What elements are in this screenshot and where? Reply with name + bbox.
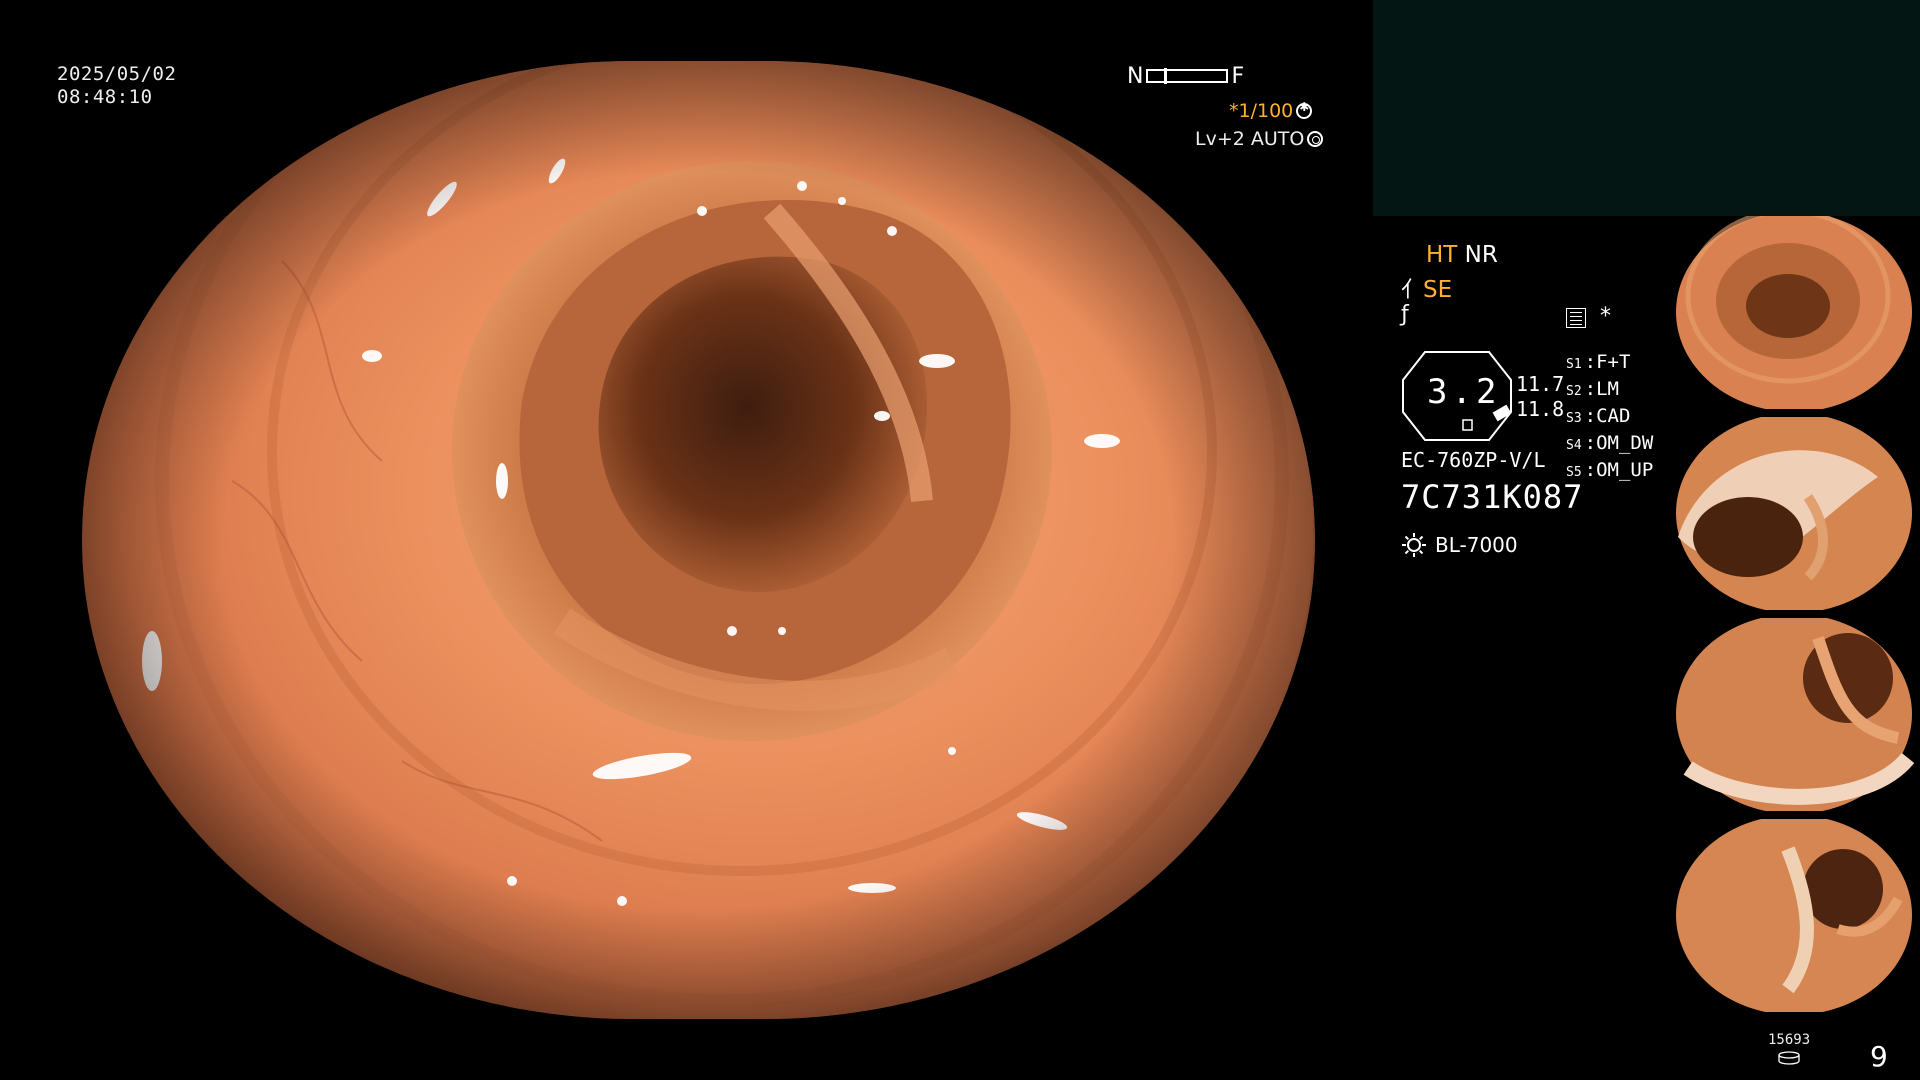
zoom-sub-top: 11.7 [1516, 372, 1565, 396]
switch-s2: S2:LM [1566, 378, 1619, 400]
switch-s4: S4:OM_DW [1566, 432, 1654, 454]
se-mode: SE [1423, 277, 1453, 303]
light-source-name: BL-7000 [1435, 533, 1518, 557]
video-input-panel [1373, 0, 1920, 216]
freeze-icon: ƒ [1401, 302, 1409, 327]
image-count: 9 [1870, 1040, 1888, 1073]
thumbnail[interactable] [1668, 417, 1920, 610]
level-text: Lv+2 AUTO [1195, 128, 1305, 150]
focus-bar [1146, 68, 1229, 84]
ht-mode: HT [1426, 242, 1458, 268]
zoom-value: 3.2 [1427, 372, 1501, 412]
star-mark: * [1600, 304, 1611, 329]
far-label: F [1231, 63, 1245, 89]
recording-counter: 15693 [1768, 1032, 1811, 1048]
scope-serial: 7C731K087 [1401, 478, 1584, 516]
structure-enhancement: ⺅SE [1401, 272, 1452, 304]
brightness-level: Lv+2 AUTO [1195, 128, 1324, 150]
switch-s1: S1:F+T [1566, 351, 1631, 373]
switch-s3: S3:CAD [1566, 405, 1631, 427]
scope-switch-list: S1:F+T S2:LM S3:CAD S4:OM_DW S5:OM_UP [1566, 350, 1653, 485]
zoom-sub-bottom: 11.8 [1516, 397, 1565, 421]
scope-model: EC-760ZP-V/L [1401, 448, 1546, 472]
nr-mode: NR [1464, 242, 1498, 268]
time-text: 08:48:10 [57, 86, 153, 108]
light-source: BL-7000 [1401, 532, 1518, 558]
zoom-sub-values: 11.7 11.8 [1516, 372, 1564, 422]
auto-icon [1307, 131, 1324, 147]
datetime: 2025/05/02 08:48:10 [57, 63, 176, 109]
shutter-value: *1/100 [1229, 100, 1294, 122]
enhancement-modes: HT NR [1426, 242, 1498, 268]
thumbnail[interactable] [1668, 618, 1920, 811]
shutter-speed: *1/100 [1229, 100, 1313, 122]
captured-thumbnails [1668, 216, 1920, 1020]
memo-icon [1566, 308, 1586, 328]
near-label: N [1127, 63, 1144, 89]
thumbnail[interactable] [1668, 216, 1920, 409]
shutter-icon [1296, 100, 1313, 119]
disk-icon [1778, 1051, 1800, 1065]
light-icon [1402, 533, 1426, 557]
near-far-indicator: N F [1127, 63, 1245, 89]
zoom-icon: ⺅ [1401, 278, 1424, 303]
endoscope-image [82, 61, 1315, 1019]
date-text: 2025/05/02 [57, 63, 177, 85]
thumbnail[interactable] [1668, 819, 1920, 1012]
